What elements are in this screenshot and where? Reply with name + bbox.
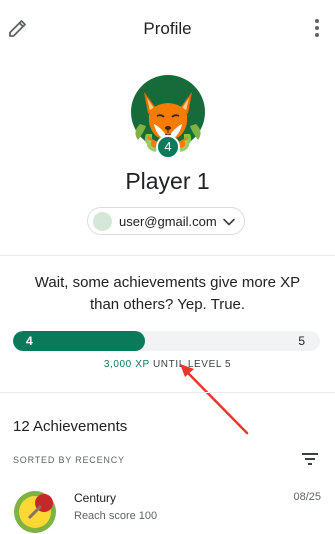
sort-icon[interactable]	[301, 451, 319, 467]
achievement-name: Century	[74, 491, 117, 505]
account-switcher[interactable]: user@gmail.com	[87, 207, 245, 235]
section-divider	[0, 255, 335, 256]
page-title: Profile	[143, 19, 192, 38]
sort-label: SORTED BY RECENCY	[13, 455, 125, 465]
xp-tip-line-2: than others? Yep. True.	[89, 296, 246, 313]
xp-tip: Wait, some achievements give more XP tha…	[0, 272, 335, 316]
achievement-description: Reach score 100	[74, 510, 158, 522]
account-email: user@gmail.com	[119, 214, 217, 229]
player-avatar[interactable]: 4	[128, 74, 208, 160]
account-avatar	[93, 212, 112, 231]
achievement-date: 08/25	[293, 491, 321, 503]
xp-amount: 3,000 XP	[103, 359, 150, 370]
player-name: Player 1	[125, 168, 210, 194]
app-bar: Profile	[0, 0, 335, 56]
xp-progress-bar	[13, 331, 320, 351]
chevron-down-icon	[223, 218, 235, 226]
next-level-label: 5	[298, 334, 305, 348]
section-divider	[0, 392, 335, 393]
achievement-item[interactable]: Century Reach score 100 08/25	[0, 484, 335, 533]
achievement-badge-icon	[14, 491, 56, 533]
more-vert-icon[interactable]	[305, 16, 329, 40]
xp-tip-line-1: Wait, some achievements give more XP	[34, 274, 301, 291]
xp-remaining: 3,000 XP UNTIL LEVEL 5	[0, 359, 335, 370]
current-level-label: 4	[26, 334, 33, 348]
achievements-title: 12 Achievements	[13, 418, 128, 435]
level-badge-number: 4	[164, 139, 172, 154]
until-level-text: UNTIL LEVEL 5	[152, 359, 232, 370]
